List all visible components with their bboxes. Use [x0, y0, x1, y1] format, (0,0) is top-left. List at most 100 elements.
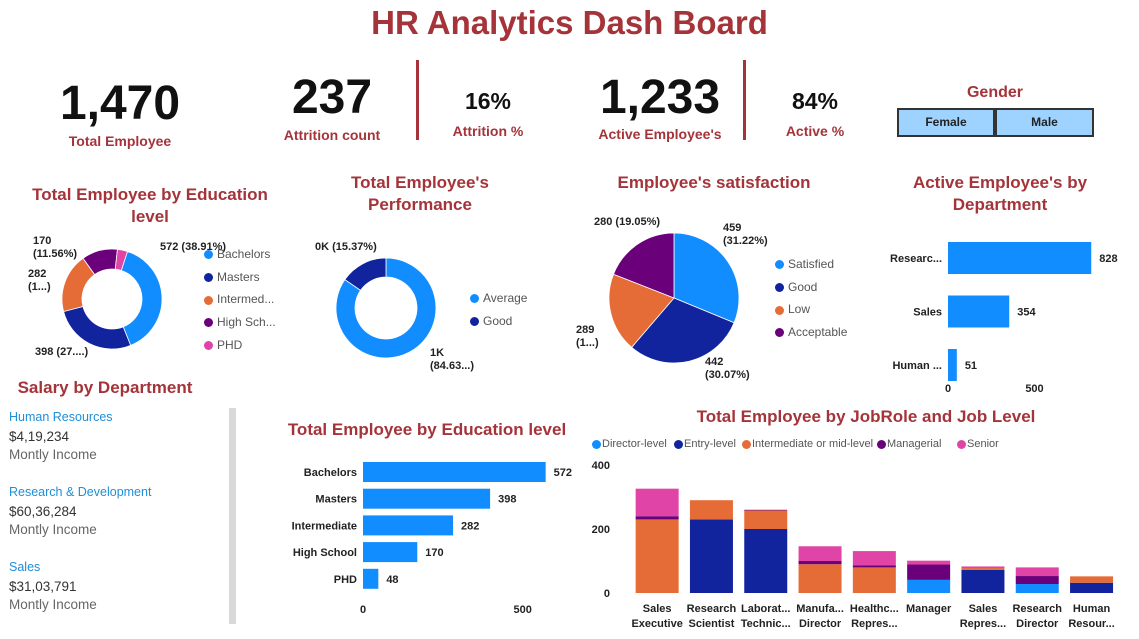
legend-item-phd[interactable]: PHD: [204, 338, 242, 352]
category-label: Sales: [913, 307, 942, 319]
bar-segment-intermediate-or-mid-level[interactable]: [798, 564, 842, 593]
bar-segment-intermediate-or-mid-level[interactable]: [635, 519, 679, 593]
bar-sales[interactable]: [948, 295, 1010, 328]
bar-segment-intermediate-or-mid-level[interactable]: [689, 500, 733, 520]
category-label: Research: [687, 603, 737, 615]
legend-label: Intermed...: [217, 292, 275, 307]
bar-masters[interactable]: [363, 488, 491, 509]
bar-segment-entry-level[interactable]: [744, 529, 788, 593]
bar-segment-intermediate-or-mid-level[interactable]: [744, 510, 788, 529]
legend-item-entry-level[interactable]: Entry-level: [674, 438, 736, 450]
legend-item-low[interactable]: Low: [775, 302, 810, 316]
bar-segment-intermediate-or-mid-level[interactable]: [1070, 576, 1114, 583]
bar-segment-senior[interactable]: [852, 551, 896, 566]
y-tick-label: 0: [604, 588, 610, 600]
legend-dot-icon: [470, 294, 479, 304]
legend-item-good[interactable]: Good: [775, 280, 817, 294]
bar-segment-senior[interactable]: [635, 488, 679, 517]
legend-dot-icon: [775, 305, 784, 315]
category-label: Executive: [631, 618, 682, 630]
performance-legend: Average Good: [470, 291, 550, 341]
x-tick-label: 0: [360, 604, 366, 616]
jobrole-stacked-chart: 0 200 400 Sales Executive Research Scientist La…: [592, 460, 1115, 630]
x-tick-label: 500: [513, 604, 531, 616]
bar-intermediate[interactable]: [363, 515, 454, 536]
category-label: Healthc...: [850, 603, 899, 615]
legend-item-good[interactable]: Good: [470, 314, 512, 328]
legend-dot-icon: [470, 317, 479, 327]
legend-item-bachelors[interactable]: Bachelors: [204, 247, 270, 261]
bar-segment-director-level[interactable]: [1015, 584, 1059, 593]
kpi-active-employees-value: 1,233: [599, 71, 721, 124]
legend-label: Senior: [967, 438, 999, 450]
bar-segment-managerial[interactable]: [852, 565, 896, 568]
bar-researc[interactable]: [948, 242, 1092, 274]
bar-bachelors[interactable]: [363, 462, 546, 482]
slice-masters[interactable]: [63, 305, 132, 350]
legend-item-high-sch[interactable]: High Sch...: [204, 315, 276, 329]
bar-human[interactable]: [948, 349, 957, 381]
category-label: Repres...: [960, 618, 1006, 630]
bar-segment-entry-level[interactable]: [961, 569, 1005, 593]
legend-item-director-level[interactable]: Director-level: [592, 438, 667, 450]
legend-item-masters[interactable]: Masters: [204, 270, 260, 284]
bar-segment-senior[interactable]: [961, 566, 1005, 569]
edu-bar-chart: Bachelors 572 Masters 398 Intermediate 282 Hig…: [292, 462, 572, 616]
data-label: 170: [425, 547, 443, 559]
legend-item-intermed[interactable]: Intermed...: [204, 292, 274, 306]
bar-phd[interactable]: [363, 568, 379, 589]
category-label: Bachelors: [304, 467, 357, 479]
legend-dot-icon: [204, 318, 213, 328]
legend-label: Entry-level: [684, 438, 736, 450]
bar-segment-entry-level[interactable]: [1070, 582, 1114, 593]
gender-male-button[interactable]: Male: [995, 108, 1094, 137]
jobrole-legend: Director-level Entry-level Intermediate or…: [592, 438, 1137, 454]
legend-label: Intermediate or mid-level: [752, 438, 874, 450]
bar-segment-senior[interactable]: [798, 546, 842, 561]
bar-segment-intermediate-or-mid-level[interactable]: [961, 568, 1005, 570]
kpi-total-employee-label: Total Employee: [68, 133, 172, 149]
data-label: 48: [386, 574, 398, 586]
kpi-attrition-count-value: 237: [291, 71, 373, 124]
legend-dot-icon: [204, 341, 213, 351]
category-label: Resour...: [1068, 618, 1114, 630]
bar-segment-managerial[interactable]: [798, 561, 842, 565]
legend-item-managerial[interactable]: Managerial: [877, 438, 941, 450]
bar-segment-managerial[interactable]: [1015, 576, 1059, 585]
legend-item-acceptable[interactable]: Acceptable: [775, 325, 847, 339]
salary-item: Human Resources $4,19,234 Montly Income: [9, 410, 113, 462]
bar-segment-entry-level[interactable]: [689, 519, 733, 593]
bar-segment-director-level[interactable]: [907, 579, 951, 593]
legend-label: Masters: [217, 269, 260, 284]
legend-label: Managerial: [887, 438, 942, 450]
satisfaction-label-low: 289 (1...): [576, 324, 599, 349]
bar-segment-managerial[interactable]: [635, 516, 679, 520]
legend-item-senior[interactable]: Senior: [957, 438, 999, 450]
data-label: 572: [554, 467, 572, 479]
bar-segment-senior[interactable]: [907, 560, 951, 565]
bar-segment-intermediate-or-mid-level[interactable]: [852, 567, 896, 593]
legend-dot-icon: [957, 439, 966, 449]
legend-item-average[interactable]: Average: [470, 291, 527, 305]
legend-label: Acceptable: [788, 325, 848, 340]
legend-item-intermediate-or-mid-level[interactable]: Intermediate or mid-level: [742, 438, 873, 450]
salary-dept-sub: Montly Income: [9, 522, 97, 537]
bar-high-school[interactable]: [363, 542, 418, 563]
salary-scrollbar[interactable]: [229, 408, 236, 624]
bar-segment-managerial[interactable]: [744, 509, 788, 511]
satisfaction-label-good: 442 (30.07%): [705, 356, 750, 381]
salary-title: Salary by Department: [17, 378, 193, 397]
data-label: 828: [1099, 253, 1117, 265]
category-label: Scientist: [689, 618, 735, 630]
x-tick-label: 500: [1025, 383, 1043, 395]
slice-bachelors[interactable]: [120, 250, 163, 346]
bar-segment-senior[interactable]: [1015, 567, 1059, 577]
category-label: Masters: [315, 494, 357, 506]
salary-dept-sub: Montly Income: [9, 447, 97, 462]
legend-item-satisfied[interactable]: Satisfied: [775, 257, 834, 271]
bar-segment-managerial[interactable]: [907, 564, 951, 580]
satisfaction-label-satisfied: 459 (31.22%): [723, 222, 768, 247]
gender-female-button[interactable]: Female: [897, 108, 995, 137]
gender-slicer-title: Gender: [966, 84, 1023, 101]
salary-dept-value: $4,19,234: [9, 429, 70, 444]
